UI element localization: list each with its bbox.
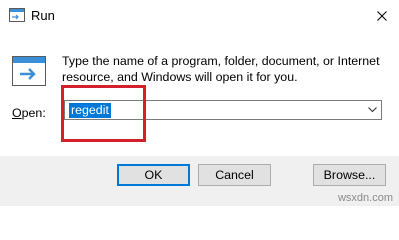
open-input-value[interactable]: regedit xyxy=(69,103,111,118)
open-label: Open: xyxy=(12,106,46,120)
browse-button[interactable]: Browse... xyxy=(313,164,386,186)
description-text: Type the name of a program, folder, docu… xyxy=(62,54,380,84)
chevron-down-icon xyxy=(367,107,377,113)
dropdown-button[interactable] xyxy=(363,101,381,119)
cancel-button[interactable]: Cancel xyxy=(198,164,271,186)
close-button[interactable] xyxy=(365,0,399,32)
watermark: wsxdn.com xyxy=(337,192,393,204)
button-bar: OK Cancel Browse... wsxdn.com xyxy=(0,156,399,206)
open-label-accelerator: O xyxy=(12,106,22,120)
run-app-icon xyxy=(9,8,25,22)
dialog-body: Type the name of a program, folder, docu… xyxy=(0,32,399,156)
close-icon xyxy=(377,11,387,21)
ok-button[interactable]: OK xyxy=(117,164,190,186)
open-label-text: pen: xyxy=(21,106,46,120)
open-combobox[interactable]: regedit xyxy=(64,100,382,120)
title-bar: Run xyxy=(0,0,399,32)
run-icon xyxy=(12,56,46,86)
window-title: Run xyxy=(31,8,55,23)
